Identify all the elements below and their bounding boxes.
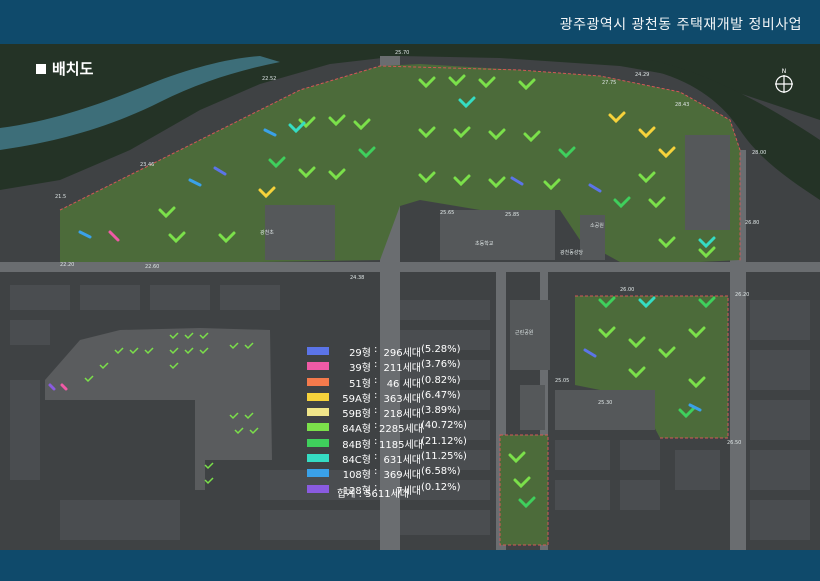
- legend-swatch: [307, 377, 329, 386]
- elevation-label: 23.46: [140, 162, 155, 168]
- legend-swatch: [307, 454, 329, 463]
- legend-separator: :: [374, 344, 378, 355]
- legend-type: 84C형: [342, 455, 371, 467]
- legend-swatch: [307, 408, 329, 417]
- north-arrow-icon: N: [775, 68, 793, 93]
- legend-type: 39형: [349, 363, 371, 375]
- elevation-label: 22.60: [145, 264, 160, 270]
- legend-units: 211세대: [383, 363, 422, 375]
- unit-type-legend: 29형:296세대 (5.28%) 39형:211세대 (3.76%) 51형:46 세…: [307, 344, 507, 500]
- elevation-label: 25.65: [440, 210, 455, 216]
- elevation-label: 28.00: [752, 150, 767, 156]
- legend-units: 46 세대: [386, 378, 421, 390]
- legend-row: 108형:369세대 (6.58%): [307, 466, 507, 481]
- legend-units: 1185세대: [379, 439, 423, 451]
- legend-percent: (6.58%): [421, 466, 461, 478]
- legend-separator: :: [374, 374, 378, 386]
- legend-row: 39형:211세대 (3.76%): [307, 359, 507, 374]
- map-label-school1: 광천초: [260, 230, 274, 236]
- elevation-label: 26.80: [745, 220, 760, 226]
- legend-row: 51형:46 세대 (0.82%): [307, 375, 507, 390]
- legend-units: 363세대: [383, 393, 422, 405]
- legend-row: 84A형:2285세대 (40.72%): [307, 420, 507, 435]
- legend-percent: (3.76%): [421, 359, 461, 371]
- legend-type: 84A형: [342, 424, 371, 436]
- legend-swatch: [307, 392, 329, 401]
- legend-swatch: [307, 484, 329, 493]
- legend-row: 59B형:218세대 (3.89%): [307, 405, 507, 420]
- legend-row: 59A형:363세대 (6.47%): [307, 390, 507, 405]
- legend-separator: :: [374, 389, 378, 401]
- legend-units: 2285세대: [379, 424, 423, 436]
- legend-percent: (3.89%): [421, 405, 461, 417]
- square-bullet-icon: [36, 63, 46, 74]
- legend-row: 84C형:631세대 (11.25%): [307, 451, 507, 466]
- elevation-label: 26.50: [727, 440, 742, 446]
- legend-swatch: [307, 438, 329, 447]
- legend-percent: (40.72%): [421, 420, 467, 432]
- elevation-label: 28.43: [675, 102, 690, 108]
- elevation-label: 25.70: [395, 50, 410, 56]
- legend-percent: (5.28%): [421, 344, 461, 355]
- legend-type: 51형: [349, 378, 371, 390]
- elevation-label: 22.52: [262, 76, 277, 82]
- legend-type: 108형: [342, 470, 371, 482]
- legend-separator: :: [374, 466, 378, 478]
- legend-total: 합계 : 5611세대: [337, 489, 409, 500]
- elevation-label: 21.5: [55, 194, 67, 200]
- legend-swatch: [307, 423, 329, 432]
- legend-separator: :: [374, 359, 378, 371]
- legend-separator: :: [374, 420, 378, 432]
- legend-units: 218세대: [383, 409, 422, 421]
- legend-units: 631세대: [383, 455, 422, 467]
- footer-bar: [0, 550, 820, 581]
- legend-separator: :: [374, 405, 378, 417]
- elevation-label: 25.85: [505, 212, 520, 218]
- legend-units: 369세대: [383, 470, 422, 482]
- elevation-label: 25.30: [598, 400, 613, 406]
- document-title: 광주광역시 광천동 주택재개발 정비사업: [559, 17, 802, 33]
- legend-percent: (21.12%): [421, 435, 467, 447]
- legend-type: 29형: [349, 348, 371, 359]
- legend-separator: :: [374, 451, 378, 463]
- elevation-label: 27.75: [602, 80, 617, 86]
- map-label-school2: 초등학교: [475, 241, 494, 247]
- section-heading: 배치도: [36, 58, 93, 79]
- legend-swatch: [307, 347, 329, 355]
- legend-type: 59A형: [342, 393, 371, 405]
- legend-percent: (11.25%): [421, 451, 467, 463]
- legend-row: 29형:296세대 (5.28%): [307, 344, 507, 359]
- elevation-label: 25.05: [555, 378, 570, 384]
- legend-percent: (0.82%): [421, 374, 461, 386]
- elevation-label: 24.29: [635, 72, 650, 78]
- map-label-facility: 소공원: [590, 223, 604, 229]
- legend-row: 84B형:1185세대 (21.12%): [307, 436, 507, 451]
- legend-swatch: [307, 469, 329, 478]
- compass-label: N: [782, 68, 787, 75]
- map-label-church: 광천동성당: [560, 250, 584, 256]
- legend-type: 59B형: [342, 409, 371, 421]
- header-bar: 광주광역시 광천동 주택재개발 정비사업: [0, 0, 820, 44]
- legend-swatch: [307, 362, 329, 371]
- elevation-label: 26.20: [735, 292, 750, 298]
- legend-percent: (0.12%): [421, 481, 461, 493]
- elevation-label: 24.38: [350, 275, 365, 281]
- legend-separator: :: [374, 435, 378, 447]
- legend-type: 84B형: [342, 439, 371, 451]
- legend-percent: (6.47%): [421, 389, 461, 401]
- map-label-park: 근린공원: [515, 330, 534, 336]
- elevation-label: 26.00: [620, 287, 635, 293]
- section-title: 배치도: [52, 60, 94, 78]
- elevation-label: 22.20: [60, 262, 75, 268]
- legend-units: 296세대: [383, 348, 422, 359]
